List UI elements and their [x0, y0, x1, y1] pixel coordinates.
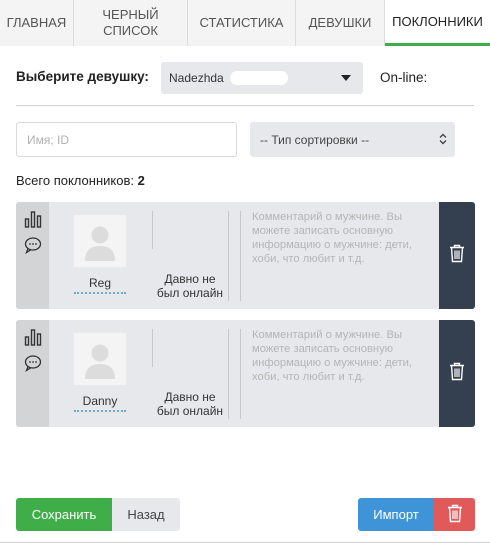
- back-button[interactable]: Назад: [112, 498, 180, 531]
- fan-card: Reg Давно не был онлайн Комментарий о му…: [16, 202, 475, 309]
- trash-icon: [447, 504, 463, 526]
- bar-chart-icon[interactable]: [24, 210, 42, 228]
- sort-select[interactable]: -- Тип сортировки --: [250, 122, 455, 157]
- search-input[interactable]: [16, 122, 237, 157]
- fan-online-status: Давно не был онлайн: [156, 390, 224, 418]
- redacted-surname: [229, 71, 288, 85]
- separator: [152, 211, 153, 249]
- separator: [152, 329, 153, 367]
- chat-bubble-icon[interactable]: [24, 236, 42, 255]
- avatar[interactable]: [73, 214, 127, 268]
- separator: [228, 211, 229, 301]
- fan-comment-field[interactable]: Комментарий о мужчине. Вы можете записат…: [252, 210, 437, 266]
- tab-main[interactable]: ГЛАВНАЯ: [0, 0, 74, 46]
- caret-down-icon: [341, 75, 351, 81]
- bar-chart-icon[interactable]: [24, 328, 42, 346]
- fan-online-status: Давно не был онлайн: [156, 272, 224, 300]
- delete-fan-button[interactable]: [439, 202, 475, 309]
- save-button[interactable]: Сохранить: [16, 498, 112, 531]
- total-fans: Всего поклонников: 2: [16, 173, 145, 188]
- total-fans-label: Всего поклонников:: [16, 173, 134, 188]
- girl-select-row: Выберите девушку: Nadezhda On-line:: [16, 62, 474, 96]
- tab-blacklist[interactable]: ЧЕРНЫЙ СПИСОК: [74, 0, 188, 46]
- online-label: On-line:: [380, 70, 428, 85]
- separator: [240, 211, 241, 301]
- divider: [16, 105, 474, 106]
- girl-select[interactable]: Nadezhda: [161, 62, 363, 94]
- separator: [240, 329, 241, 419]
- fan-card-sidebar: [16, 202, 49, 309]
- chevron-updown-icon: [439, 133, 447, 148]
- trash-icon: [449, 362, 465, 386]
- chat-bubble-icon[interactable]: [24, 354, 42, 373]
- girl-select-value: Nadezhda: [169, 71, 224, 85]
- tab-fans[interactable]: ПОКЛОННИКИ: [385, 0, 490, 46]
- divider: [0, 542, 490, 543]
- girl-select-label: Выберите девушку:: [16, 69, 149, 84]
- fan-card-sidebar: [16, 320, 49, 427]
- fan-comment-field[interactable]: Комментарий о мужчине. Вы можете записат…: [252, 328, 437, 384]
- fan-name[interactable]: Danny: [73, 394, 127, 408]
- import-button[interactable]: Импорт: [358, 498, 434, 531]
- trash-icon: [449, 244, 465, 268]
- delete-all-button[interactable]: [434, 498, 475, 531]
- separator: [228, 329, 229, 419]
- tab-girls[interactable]: ДЕВУШКИ: [296, 0, 385, 46]
- avatar[interactable]: [73, 332, 127, 386]
- fan-name[interactable]: Reg: [73, 276, 127, 290]
- sort-select-value: -- Тип сортировки --: [260, 132, 370, 147]
- fan-id-link[interactable]: [74, 292, 126, 295]
- total-fans-count: 2: [137, 173, 145, 188]
- delete-fan-button[interactable]: [439, 320, 475, 427]
- fan-id-link[interactable]: [74, 410, 126, 413]
- fan-card: Danny Давно не был онлайн Комментарий о …: [16, 320, 475, 427]
- main-tabs: ГЛАВНАЯ ЧЕРНЫЙ СПИСОК СТАТИСТИКА ДЕВУШКИ…: [0, 0, 490, 46]
- tab-statistics[interactable]: СТАТИСТИКА: [188, 0, 296, 46]
